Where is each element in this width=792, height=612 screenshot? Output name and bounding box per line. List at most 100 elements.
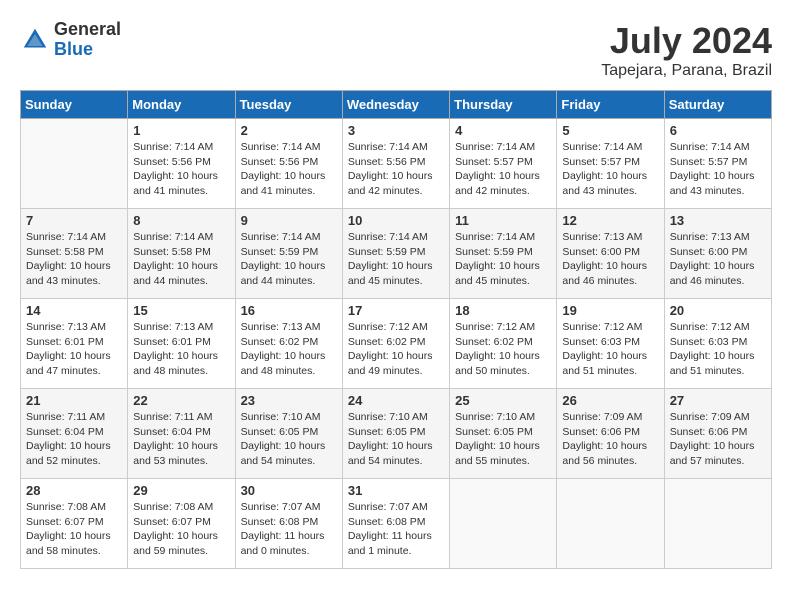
calendar-cell: 22 Sunrise: 7:11 AMSunset: 6:04 PMDayligh… [128,389,235,479]
day-info: Sunrise: 7:11 AMSunset: 6:04 PMDaylight:… [133,410,229,469]
day-info: Sunrise: 7:13 AMSunset: 6:00 PMDaylight:… [562,230,658,289]
calendar-cell: 12 Sunrise: 7:13 AMSunset: 6:00 PMDayligh… [557,209,664,299]
day-of-week-header: Saturday [664,91,771,119]
day-number: 15 [133,303,229,318]
month-year-title: July 2024 [601,20,772,62]
calendar-cell: 25 Sunrise: 7:10 AMSunset: 6:05 PMDayligh… [450,389,557,479]
calendar-cell: 8Sunrise: 7:14 AMSunset: 5:58 PMDaylight… [128,209,235,299]
calendar-cell: 1Sunrise: 7:14 AMSunset: 5:56 PMDaylight… [128,119,235,209]
calendar-cell: 23 Sunrise: 7:10 AMSunset: 6:05 PMDayligh… [235,389,342,479]
day-of-week-header: Monday [128,91,235,119]
day-number: 29 [133,483,229,498]
day-number: 31 [348,483,444,498]
calendar-cell: 17 Sunrise: 7:12 AMSunset: 6:02 PMDayligh… [342,299,449,389]
day-number: 11 [455,213,551,228]
day-number: 21 [26,393,122,408]
calendar-cell: 20Sunrise: 7:12 AMSunset: 6:03 PMDayligh… [664,299,771,389]
day-number: 14 [26,303,122,318]
day-of-week-header: Friday [557,91,664,119]
day-number: 17 [348,303,444,318]
day-info: Sunrise: 7:08 AMSunset: 6:07 PMDaylight:… [133,500,229,559]
day-info: Sunrise: 7:12 AMSunset: 6:02 PMDaylight:… [455,320,551,379]
calendar-cell: 26 Sunrise: 7:09 AMSunset: 6:06 PMDayligh… [557,389,664,479]
calendar-week-row: 21 Sunrise: 7:11 AMSunset: 6:04 PMDayligh… [21,389,772,479]
logo-icon [20,25,50,55]
page-header: General Blue July 2024 Tapejara, Parana,… [20,20,772,80]
day-number: 27 [670,393,766,408]
day-info: Sunrise: 7:14 AMSunset: 5:58 PMDaylight:… [133,230,229,289]
calendar-cell: 31 Sunrise: 7:07 AMSunset: 6:08 PMDayligh… [342,479,449,569]
calendar-cell: 18 Sunrise: 7:12 AMSunset: 6:02 PMDayligh… [450,299,557,389]
calendar-cell: 5 Sunrise: 7:14 AMSunset: 5:57 PMDaylight… [557,119,664,209]
day-number: 6 [670,123,766,138]
calendar-cell: 30Sunrise: 7:07 AMSunset: 6:08 PMDayligh… [235,479,342,569]
day-info: Sunrise: 7:14 AMSunset: 5:59 PMDaylight:… [348,230,444,289]
calendar-cell: 7Sunrise: 7:14 AMSunset: 5:58 PMDaylight… [21,209,128,299]
day-info: Sunrise: 7:14 AMSunset: 5:59 PMDaylight:… [455,230,551,289]
logo: General Blue [20,20,121,60]
calendar-week-row: 1Sunrise: 7:14 AMSunset: 5:56 PMDaylight… [21,119,772,209]
day-number: 25 [455,393,551,408]
calendar-cell: 29 Sunrise: 7:08 AMSunset: 6:07 PMDayligh… [128,479,235,569]
calendar-cell: 16Sunrise: 7:13 AMSunset: 6:02 PMDayligh… [235,299,342,389]
day-info: Sunrise: 7:07 AMSunset: 6:08 PMDaylight:… [348,500,444,559]
day-number: 19 [562,303,658,318]
day-info: Sunrise: 7:09 AMSunset: 6:06 PMDaylight:… [670,410,766,469]
day-info: Sunrise: 7:14 AMSunset: 5:57 PMDaylight:… [670,140,766,199]
calendar-week-row: 14 Sunrise: 7:13 AMSunset: 6:01 PMDayligh… [21,299,772,389]
calendar-cell: 24 Sunrise: 7:10 AMSunset: 6:05 PMDayligh… [342,389,449,479]
day-of-week-header: Thursday [450,91,557,119]
day-number: 30 [241,483,337,498]
day-info: Sunrise: 7:14 AMSunset: 5:57 PMDaylight:… [562,140,658,199]
calendar-cell: 11 Sunrise: 7:14 AMSunset: 5:59 PMDayligh… [450,209,557,299]
calendar-table: SundayMondayTuesdayWednesdayThursdayFrid… [20,90,772,569]
day-info: Sunrise: 7:14 AMSunset: 5:56 PMDaylight:… [348,140,444,199]
calendar-cell: 19Sunrise: 7:12 AMSunset: 6:03 PMDayligh… [557,299,664,389]
day-number: 23 [241,393,337,408]
day-info: Sunrise: 7:14 AMSunset: 5:57 PMDaylight:… [455,140,551,199]
day-info: Sunrise: 7:13 AMSunset: 6:01 PMDaylight:… [26,320,122,379]
day-of-week-header: Tuesday [235,91,342,119]
day-number: 28 [26,483,122,498]
day-number: 3 [348,123,444,138]
day-number: 16 [241,303,337,318]
day-of-week-header: Wednesday [342,91,449,119]
day-number: 22 [133,393,229,408]
logo-blue-text: Blue [54,40,121,60]
calendar-cell: 28 Sunrise: 7:08 AMSunset: 6:07 PMDayligh… [21,479,128,569]
calendar-cell: 27 Sunrise: 7:09 AMSunset: 6:06 PMDayligh… [664,389,771,479]
title-block: July 2024 Tapejara, Parana, Brazil [601,20,772,80]
day-info: Sunrise: 7:11 AMSunset: 6:04 PMDaylight:… [26,410,122,469]
day-number: 12 [562,213,658,228]
day-info: Sunrise: 7:14 AMSunset: 5:58 PMDaylight:… [26,230,122,289]
calendar-cell: 9Sunrise: 7:14 AMSunset: 5:59 PMDaylight… [235,209,342,299]
day-number: 4 [455,123,551,138]
calendar-cell: 4 Sunrise: 7:14 AMSunset: 5:57 PMDaylight… [450,119,557,209]
calendar-cell [557,479,664,569]
day-number: 5 [562,123,658,138]
day-number: 13 [670,213,766,228]
calendar-cell: 6 Sunrise: 7:14 AMSunset: 5:57 PMDaylight… [664,119,771,209]
day-info: Sunrise: 7:14 AMSunset: 5:56 PMDaylight:… [241,140,337,199]
day-info: Sunrise: 7:14 AMSunset: 5:56 PMDaylight:… [133,140,229,199]
day-of-week-header: Sunday [21,91,128,119]
calendar-header-row: SundayMondayTuesdayWednesdayThursdayFrid… [21,91,772,119]
calendar-cell [21,119,128,209]
calendar-cell: 14 Sunrise: 7:13 AMSunset: 6:01 PMDayligh… [21,299,128,389]
calendar-cell: 3 Sunrise: 7:14 AMSunset: 5:56 PMDaylight… [342,119,449,209]
day-number: 24 [348,393,444,408]
day-info: Sunrise: 7:10 AMSunset: 6:05 PMDaylight:… [455,410,551,469]
day-info: Sunrise: 7:08 AMSunset: 6:07 PMDaylight:… [26,500,122,559]
day-info: Sunrise: 7:10 AMSunset: 6:05 PMDaylight:… [241,410,337,469]
day-number: 18 [455,303,551,318]
calendar-cell [450,479,557,569]
day-number: 26 [562,393,658,408]
calendar-cell: 10Sunrise: 7:14 AMSunset: 5:59 PMDayligh… [342,209,449,299]
day-info: Sunrise: 7:12 AMSunset: 6:02 PMDaylight:… [348,320,444,379]
day-info: Sunrise: 7:13 AMSunset: 6:01 PMDaylight:… [133,320,229,379]
logo-general-text: General [54,20,121,40]
location-subtitle: Tapejara, Parana, Brazil [601,62,772,80]
day-info: Sunrise: 7:09 AMSunset: 6:06 PMDaylight:… [562,410,658,469]
logo-text: General Blue [54,20,121,60]
day-info: Sunrise: 7:10 AMSunset: 6:05 PMDaylight:… [348,410,444,469]
